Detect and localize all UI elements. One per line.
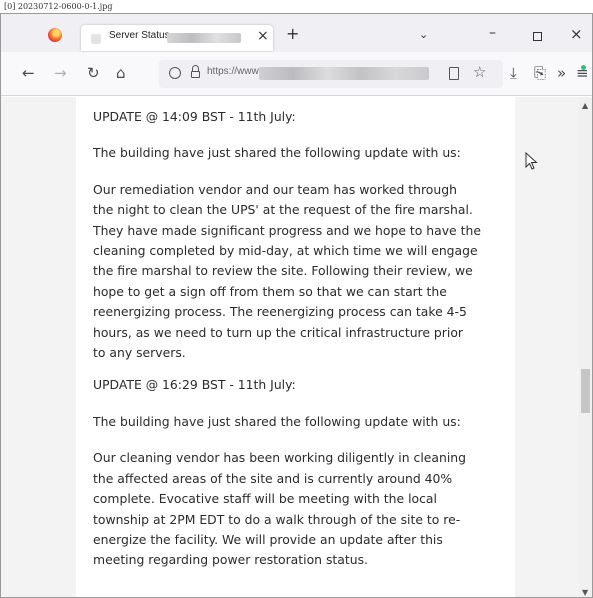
maximize-button[interactable] xyxy=(533,32,542,41)
navigation-toolbar: ← → ↻ ⌂ https://www ☆ ⤓ ⎘ » ≡ xyxy=(1,52,592,96)
back-icon[interactable]: ← xyxy=(22,65,35,81)
body-line: hope to get a sign off from them so that… xyxy=(93,283,447,299)
body-line: the night to clean the UPS' at the reque… xyxy=(93,202,473,218)
scroll-up-icon[interactable]: ▲ xyxy=(582,101,588,110)
address-bar[interactable]: https://www ☆ xyxy=(159,60,503,88)
browser-window: Server Status × + ⌄ – × ← → ↻ ⌂ https://… xyxy=(0,13,593,598)
list-all-tabs-button[interactable]: ⌄ xyxy=(419,28,428,41)
forward-icon[interactable]: → xyxy=(54,65,67,81)
body-line: the affected areas of the site and is cu… xyxy=(93,470,453,486)
update-intro-1409: The building have just shared the follow… xyxy=(93,145,461,161)
scrollbar-thumb[interactable] xyxy=(581,369,590,413)
url-text[interactable]: https://www xyxy=(207,66,259,77)
update-intro-1629: The building have just shared the follow… xyxy=(93,413,461,429)
body-line: meeting regarding power restoration stat… xyxy=(93,552,368,568)
url-redacted xyxy=(259,67,429,80)
body-line: Our remediation vendor and our team has … xyxy=(93,181,457,197)
mouse-pointer-icon xyxy=(525,152,538,170)
body-line: complete. Evocative staff will be meetin… xyxy=(93,491,437,507)
status-article: UPDATE @ 14:09 BST - 11th July: The buil… xyxy=(76,97,515,597)
new-tab-button[interactable]: + xyxy=(286,26,299,42)
body-line: cleaning completed by mid-day, at which … xyxy=(93,243,478,259)
downloads-icon[interactable]: ⤓ xyxy=(510,65,517,81)
reload-icon[interactable]: ↻ xyxy=(87,65,100,81)
close-tab-icon[interactable]: × xyxy=(257,28,269,44)
firefox-logo-icon xyxy=(48,28,62,42)
body-line: reenergizing process. The reenergizing p… xyxy=(93,304,467,320)
left-margin xyxy=(1,97,76,597)
bookmark-star-icon[interactable]: ☆ xyxy=(473,63,486,81)
body-line: energize the facility. We will provide a… xyxy=(93,531,443,547)
minimize-button[interactable]: – xyxy=(489,25,496,41)
reader-view-icon[interactable] xyxy=(449,67,459,80)
update-body-1409: Our remediation vendor and our team has … xyxy=(93,180,501,364)
file-label: [0] 20230712-0600-0-1.jpg xyxy=(4,2,113,11)
tab-title: Server Status xyxy=(109,30,170,41)
tracking-protection-icon[interactable] xyxy=(169,67,181,79)
update-heading-1629: UPDATE @ 16:29 BST - 11th July: xyxy=(93,377,296,393)
body-line: They have made significant progress and … xyxy=(93,222,481,238)
body-line: to any servers. xyxy=(93,345,186,361)
body-line: the fire marshal to review the site. Fol… xyxy=(93,263,473,279)
scroll-down-icon[interactable]: ▼ xyxy=(582,588,588,597)
tab-strip: Server Status × + ⌄ – × xyxy=(1,14,592,52)
home-icon[interactable]: ⌂ xyxy=(116,65,126,81)
page-content: UPDATE @ 14:09 BST - 11th July: The buil… xyxy=(1,97,592,597)
tab-favicon-icon xyxy=(91,34,101,44)
right-margin xyxy=(515,97,579,597)
lock-icon[interactable] xyxy=(191,65,200,79)
body-line: township at 2PM EDT to do a walk through… xyxy=(93,511,461,527)
update-indicator-icon xyxy=(581,65,586,70)
body-line: Our cleaning vendor has been working dil… xyxy=(93,450,467,466)
update-body-1629: Our cleaning vendor has been working dil… xyxy=(93,448,501,570)
tab-title-redacted xyxy=(167,33,241,43)
share-icon[interactable]: ⎘ xyxy=(534,65,546,81)
body-line: hours, as we need to turn up the critica… xyxy=(93,324,464,340)
extensions-overflow-icon[interactable]: » xyxy=(557,65,566,81)
close-window-button[interactable]: × xyxy=(570,25,583,43)
vertical-scrollbar[interactable]: ▲ ▼ xyxy=(579,97,592,597)
update-heading-1409: UPDATE @ 14:09 BST - 11th July: xyxy=(93,109,296,124)
tab-server-status[interactable]: Server Status × xyxy=(81,25,273,51)
